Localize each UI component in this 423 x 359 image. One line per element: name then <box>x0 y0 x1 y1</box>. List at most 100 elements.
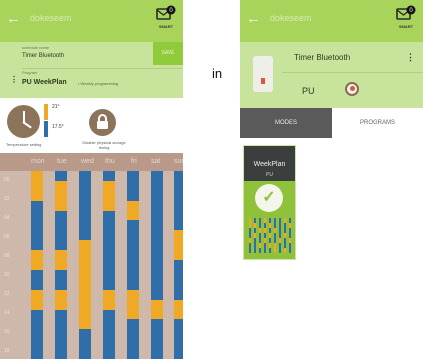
schedule-segment[interactable] <box>127 210 139 221</box>
back-arrow-icon[interactable]: ← <box>6 11 21 27</box>
schedule-segment[interactable] <box>79 171 91 182</box>
schedule-segment[interactable] <box>174 309 183 320</box>
schedule-segment[interactable] <box>79 230 91 241</box>
schedule-segment[interactable] <box>127 339 139 350</box>
schedule-segment[interactable] <box>31 329 43 340</box>
schedule-segment[interactable] <box>103 299 115 311</box>
schedule-segment[interactable] <box>55 171 67 182</box>
schedule-segment[interactable] <box>79 339 91 350</box>
schedule-segment[interactable] <box>127 230 139 241</box>
schedule-segment[interactable] <box>127 329 139 340</box>
schedule-segment[interactable] <box>174 240 183 251</box>
schedule-segment[interactable] <box>127 309 139 320</box>
schedule-segment[interactable] <box>151 289 163 301</box>
schedule-segment[interactable] <box>55 250 67 261</box>
schedule-segment[interactable] <box>127 279 139 291</box>
schedule-segment[interactable] <box>151 279 163 291</box>
schedule-segment[interactable] <box>127 220 139 231</box>
schedule-segment[interactable] <box>151 180 163 192</box>
schedule-segment[interactable] <box>174 200 183 212</box>
schedule-segment[interactable] <box>103 190 115 202</box>
schedule-segment[interactable] <box>174 250 183 261</box>
schedule-segment[interactable] <box>127 180 139 192</box>
schedule-segment[interactable] <box>55 230 67 241</box>
schedule-segment[interactable] <box>31 200 43 212</box>
schedule-segment[interactable] <box>127 240 139 251</box>
schedule-segment[interactable] <box>151 329 163 340</box>
schedule-segment[interactable] <box>55 289 67 301</box>
schedule-segment[interactable] <box>79 279 91 291</box>
schedule-segment[interactable] <box>103 349 115 359</box>
schedule-segment[interactable] <box>174 289 183 301</box>
schedule-segment[interactable] <box>151 269 163 281</box>
kebab-menu-icon[interactable]: ⋮ <box>10 76 18 84</box>
schedule-segment[interactable] <box>127 260 139 271</box>
schedule-segment[interactable] <box>79 329 91 340</box>
schedule-segment[interactable] <box>174 190 183 202</box>
schedule-segment[interactable] <box>151 171 163 182</box>
schedule-segment[interactable] <box>79 319 91 330</box>
schedule-segment[interactable] <box>31 210 43 221</box>
schedule-segment[interactable] <box>79 349 91 359</box>
schedule-segment[interactable] <box>31 349 43 359</box>
schedule-segment[interactable] <box>31 171 43 182</box>
mode-indicator-icon[interactable] <box>345 82 359 96</box>
schedule-segment[interactable] <box>174 279 183 291</box>
schedule-segment[interactable] <box>55 319 67 330</box>
tab-modes[interactable]: MODES <box>240 108 332 138</box>
schedule-segment[interactable] <box>55 349 67 359</box>
schedule-segment[interactable] <box>31 250 43 261</box>
schedule-segment[interactable] <box>31 339 43 350</box>
schedule-segment[interactable] <box>103 269 115 281</box>
schedule-segment[interactable] <box>103 220 115 231</box>
back-arrow-icon[interactable]: ← <box>246 11 261 27</box>
schedule-segment[interactable] <box>103 250 115 261</box>
schedule-segment[interactable] <box>31 180 43 192</box>
schedule-segment[interactable] <box>127 200 139 212</box>
eco-temp-value[interactable]: 17.5° <box>52 124 64 130</box>
schedule-segment[interactable] <box>127 299 139 311</box>
schedule-segment[interactable] <box>55 339 67 350</box>
smart-button[interactable]: 0 SMART <box>393 5 419 35</box>
schedule-segment[interactable] <box>151 319 163 330</box>
schedule-segment[interactable] <box>103 171 115 182</box>
schedule-segment[interactable] <box>103 329 115 340</box>
schedule-segment[interactable] <box>79 289 91 301</box>
schedule-segment[interactable] <box>31 319 43 330</box>
schedule-segment[interactable] <box>103 279 115 291</box>
schedule-segment[interactable] <box>55 269 67 281</box>
smart-button[interactable]: 0 SMART <box>153 5 179 35</box>
schedule-segment[interactable] <box>127 289 139 301</box>
schedule-segment[interactable] <box>127 349 139 359</box>
schedule-segment[interactable] <box>31 240 43 251</box>
schedule-segment[interactable] <box>174 329 183 340</box>
schedule-segment[interactable] <box>103 180 115 192</box>
kebab-menu-icon[interactable]: ⋮ <box>406 52 415 63</box>
save-button[interactable]: SAVE <box>153 42 183 65</box>
schedule-segment[interactable] <box>174 210 183 221</box>
schedule-segment[interactable] <box>127 319 139 330</box>
clock-icon[interactable] <box>7 105 40 138</box>
schedule-segment[interactable] <box>79 269 91 281</box>
schedule-segment[interactable] <box>174 319 183 330</box>
schedule-segment[interactable] <box>103 230 115 241</box>
schedule-segment[interactable] <box>174 269 183 281</box>
schedule-segment[interactable] <box>31 309 43 320</box>
schedule-segment[interactable] <box>127 171 139 182</box>
schedule-segment[interactable] <box>174 349 183 359</box>
schedule-segment[interactable] <box>55 299 67 311</box>
schedule-segment[interactable] <box>174 299 183 311</box>
schedule-segment[interactable] <box>103 319 115 330</box>
lock-icon[interactable] <box>89 109 116 136</box>
schedule-segment[interactable] <box>31 260 43 271</box>
schedule-segment[interactable] <box>79 180 91 192</box>
schedule-segment[interactable] <box>151 339 163 350</box>
schedule-segment[interactable] <box>31 279 43 291</box>
schedule-segment[interactable] <box>55 240 67 251</box>
schedule-segment[interactable] <box>79 190 91 202</box>
schedule-segment[interactable] <box>55 180 67 192</box>
schedule-segment[interactable] <box>151 220 163 231</box>
program-name[interactable]: PU WeekPlan <box>22 79 67 86</box>
schedule-segment[interactable] <box>55 210 67 221</box>
schedule-segment[interactable] <box>55 200 67 212</box>
